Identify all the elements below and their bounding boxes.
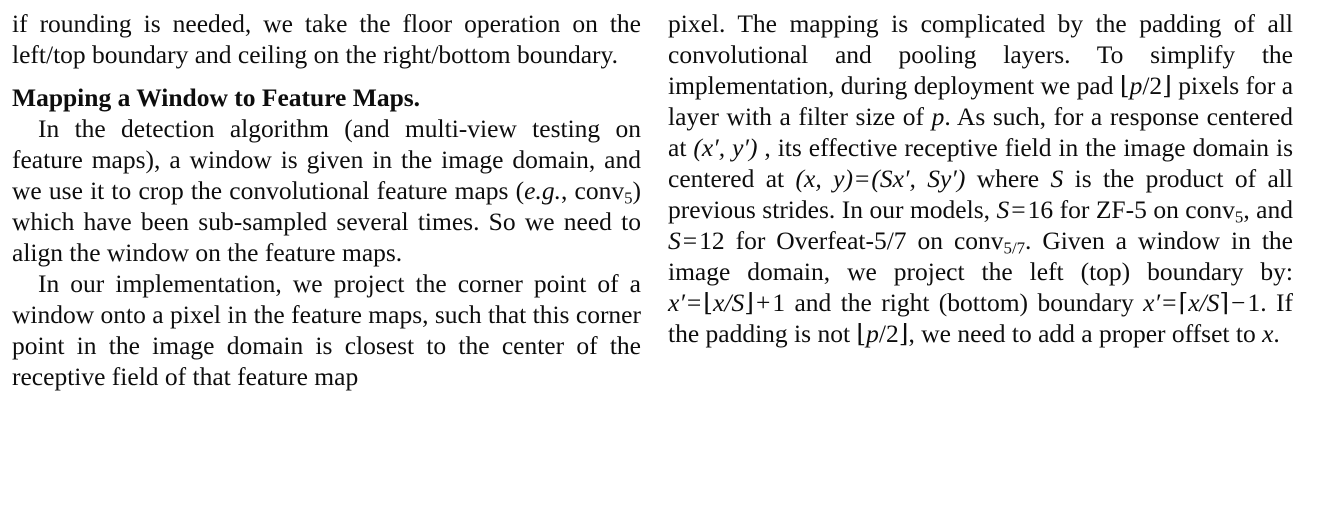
math-var-x-final: x: [1262, 319, 1274, 348]
math-var-S-2: S: [996, 195, 1010, 224]
math-sxprime-syprime: (Sx′, Sy′): [871, 164, 966, 193]
text-seg-11: and the right (bottom) boundary: [785, 288, 1144, 317]
math-value-12: 12: [699, 226, 725, 255]
math-xprime-2: x′: [1143, 288, 1161, 317]
math-plus-operator: +: [755, 288, 771, 317]
right-column: pixel. The mapping is complicated by the…: [668, 8, 1293, 349]
math-equals-1: =: [854, 164, 870, 193]
floor-open-bracket-icon-3: ⌊: [856, 319, 867, 348]
math-equals-4: =: [686, 288, 702, 317]
math-var-S: S: [1050, 164, 1064, 193]
paragraph-rounding: if rounding is needed, we take the floor…: [12, 9, 641, 69]
conv-subscript-5-7: 5/7: [1003, 238, 1026, 258]
ceiling-close-bracket-icon: ⌉: [1219, 288, 1230, 317]
paragraph-detection-algorithm: In the detection algorithm (and multi-vi…: [12, 113, 641, 268]
math-value-16: 16: [1027, 195, 1054, 224]
text-seg-7: for ZF-5 on conv: [1053, 195, 1235, 224]
left-column: if rounding is needed, we take the floor…: [12, 8, 641, 392]
floor-close-bracket-icon-3: ⌋: [898, 319, 909, 348]
conv-subscript: 5: [624, 188, 633, 208]
math-floor-x-over-S: ⌊x/S⌋: [703, 288, 754, 317]
math-floor-p-over-2: ⌊p/2⌋: [1120, 71, 1172, 100]
text-seg-9: for Overfeat-5/7 on conv: [724, 226, 1004, 255]
text-conv-prefix: , conv: [560, 176, 625, 205]
ceiling-open-bracket-icon: ⌈: [1178, 288, 1189, 317]
text-seg-13: , we need to add a proper offset to: [908, 319, 1263, 348]
italic-eg: e.g.: [524, 176, 561, 205]
math-var-p: p: [1129, 71, 1143, 100]
math-minus-operator: −: [1231, 288, 1246, 317]
text-seg-8: , and: [1243, 195, 1293, 224]
math-var-p-3: p: [866, 319, 879, 348]
math-slash-two: /2: [1142, 71, 1163, 100]
paragraph-mapping-window: Mapping a Window to Feature Maps.: [12, 82, 641, 113]
paragraph-our-implementation: In our implementation, we project the co…: [12, 269, 641, 391]
math-floor-p-over-2-b: ⌊p/2⌋: [856, 319, 908, 348]
math-ceil-x-over-S: ⌈x/S⌉: [1178, 288, 1229, 317]
math-equals-3: =: [682, 226, 698, 255]
math-slash-two-b: /2: [878, 319, 899, 348]
text-seg-14: .: [1273, 319, 1280, 348]
math-value-1-b: 1: [1247, 288, 1261, 317]
math-var-S-3: S: [668, 226, 681, 255]
floor-close-bracket-icon: ⌋: [1162, 71, 1172, 100]
paragraph-pixel-mapping: pixel. The mapping is complicated by the…: [668, 8, 1293, 349]
math-xprime-yprime: (x′, y′): [693, 133, 758, 162]
section-heading-mapping-window: Mapping a Window to Feature Maps.: [12, 83, 421, 112]
math-xprime: x′: [668, 288, 685, 317]
math-equals-2: =: [1011, 195, 1026, 224]
math-x-over-S-2: x/S: [1188, 288, 1220, 317]
math-x-y: (x, y): [795, 164, 853, 193]
math-value-1: 1: [772, 288, 786, 317]
text-seg-5: where: [965, 164, 1051, 193]
paper-page: if rounding is needed, we take the floor…: [0, 0, 1332, 511]
math-x-over-S: x/S: [713, 288, 745, 317]
floor-open-bracket-icon: ⌊: [1119, 71, 1130, 100]
floor-open-bracket-icon-2: ⌊: [703, 288, 714, 317]
floor-close-bracket-icon-2: ⌋: [744, 288, 754, 317]
math-var-p-2: p: [931, 102, 945, 131]
math-equals-5: =: [1162, 288, 1177, 317]
